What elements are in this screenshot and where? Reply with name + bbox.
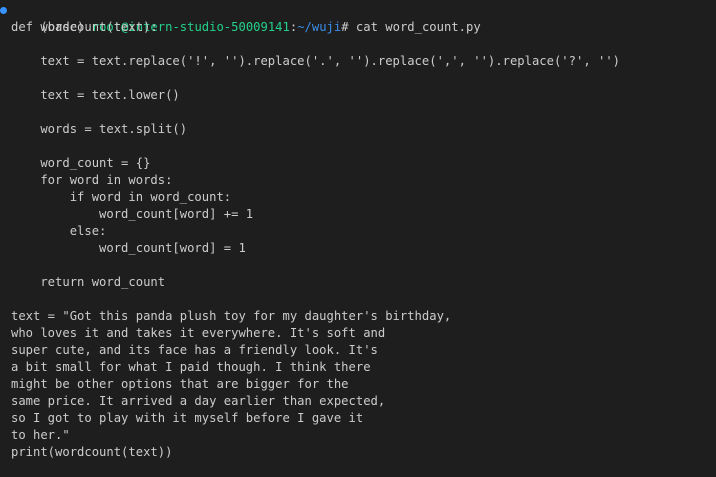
output-line: a bit small for what I paid though. I th… bbox=[11, 360, 371, 374]
output-line: def wordcount(text): bbox=[11, 20, 158, 34]
output-line: if word in word_count: bbox=[11, 190, 232, 204]
output-line: so I got to play with it myself before I… bbox=[11, 411, 364, 425]
terminal-window[interactable]: (base) root@intern-studio-50009141:~/wuj… bbox=[0, 0, 716, 477]
output-line: text = "Got this panda plush toy for my … bbox=[11, 309, 452, 323]
output-line: who loves it and takes it everywhere. It… bbox=[11, 326, 386, 340]
command-output: def wordcount(text): text = text.replace… bbox=[0, 19, 716, 461]
output-line: text = text.lower() bbox=[11, 88, 180, 102]
output-line: word_count[word] = 1 bbox=[11, 241, 246, 255]
output-line: might be other options that are bigger f… bbox=[11, 377, 349, 391]
output-line: word_count = {} bbox=[11, 156, 151, 170]
output-line: else: bbox=[11, 224, 107, 238]
prompt-line: (base) root@intern-studio-50009141:~/wuj… bbox=[0, 2, 716, 34]
output-line: for word in words: bbox=[11, 173, 173, 187]
output-line: return word_count bbox=[11, 275, 166, 289]
output-line: word_count[word] += 1 bbox=[11, 207, 254, 221]
output-line: same price. It arrived a day earlier tha… bbox=[11, 394, 386, 408]
output-line: words = text.split() bbox=[11, 122, 188, 136]
output-line: to her." bbox=[11, 428, 70, 442]
command-status-dot-icon[interactable] bbox=[0, 7, 7, 14]
output-line: text = text.replace('!', '').replace('.'… bbox=[11, 54, 621, 68]
output-line: print(wordcount(text)) bbox=[11, 445, 173, 459]
output-line: super cute, and its face has a friendly … bbox=[11, 343, 378, 357]
